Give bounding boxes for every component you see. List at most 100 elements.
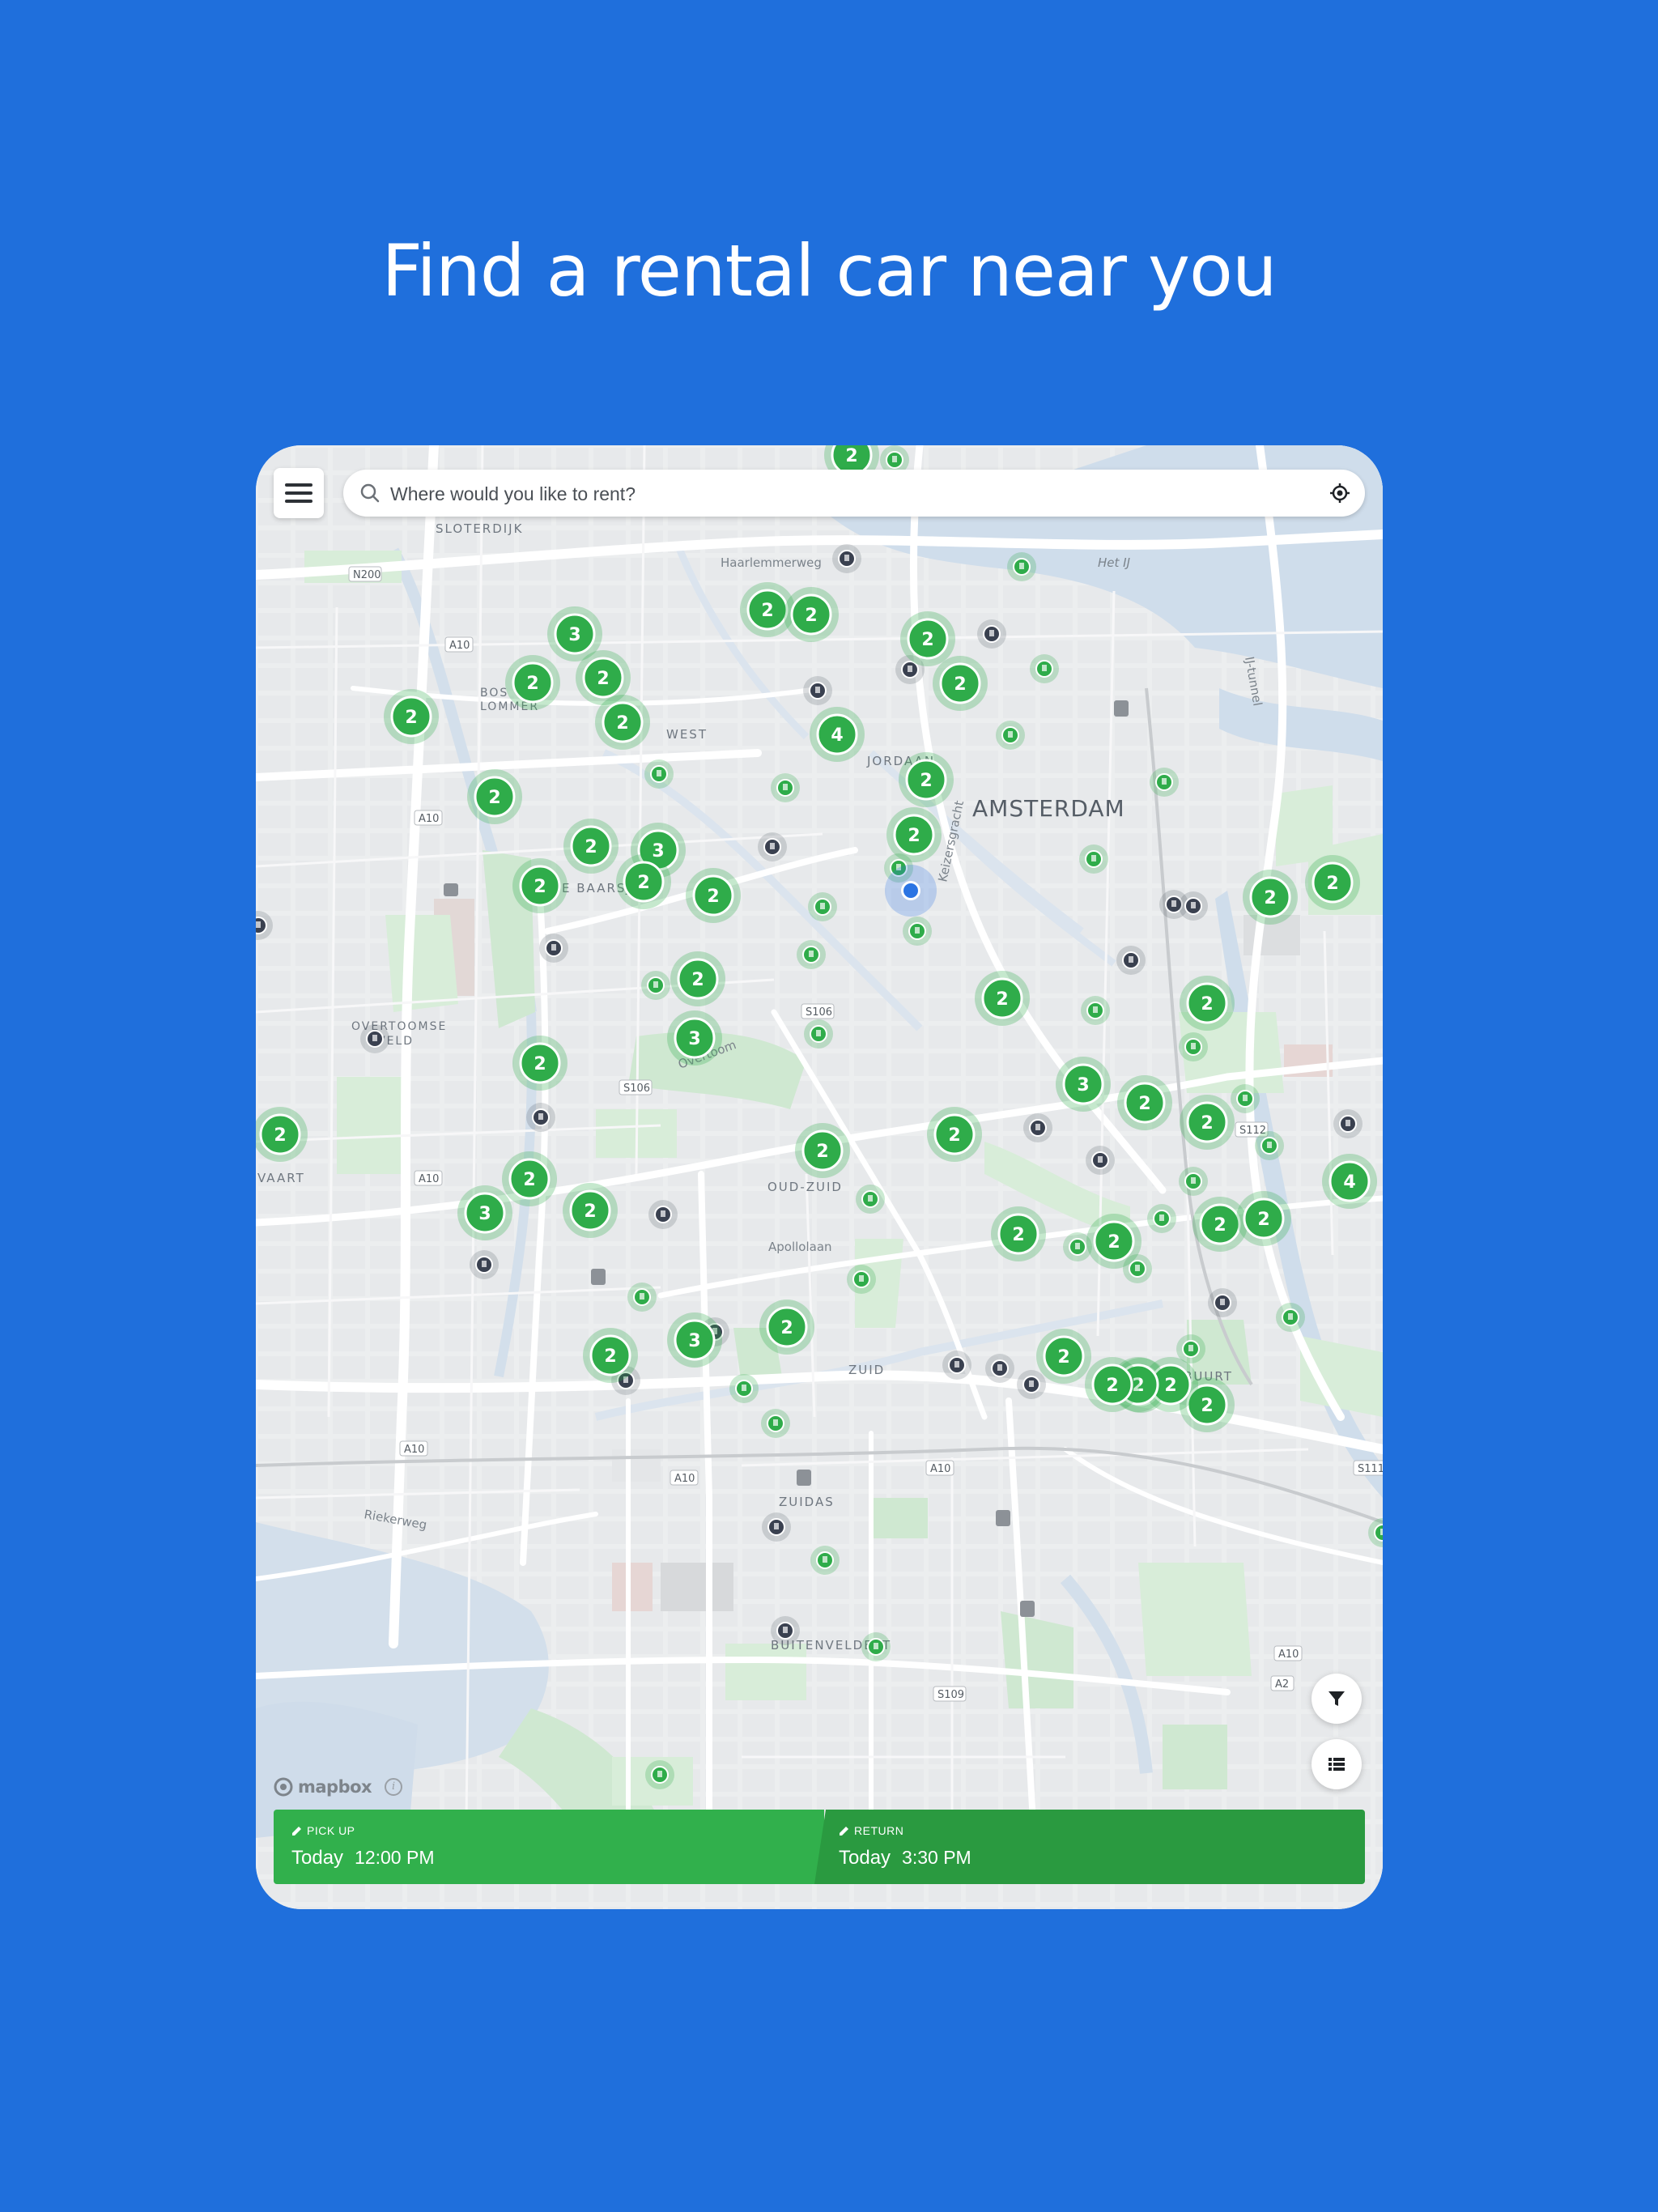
info-icon[interactable]: i: [385, 1778, 403, 1796]
unavailable-car-pin[interactable]: [762, 1512, 791, 1542]
car-cluster-marker[interactable]: 2: [595, 695, 650, 750]
available-car-pin[interactable]: [861, 1632, 891, 1661]
unavailable-car-pin[interactable]: [360, 1024, 389, 1053]
available-car-pin[interactable]: [1030, 654, 1059, 683]
car-cluster-marker[interactable]: 2: [784, 587, 839, 642]
available-car-pin[interactable]: [1007, 552, 1036, 581]
unavailable-car-pin[interactable]: [1017, 1370, 1046, 1399]
car-cluster-marker[interactable]: 2: [1117, 1075, 1172, 1130]
car-cluster-marker[interactable]: 2: [1180, 1095, 1235, 1150]
car-cluster-marker[interactable]: 2: [505, 655, 560, 710]
return-selector[interactable]: RETURN Today 3:30 PM: [814, 1810, 1365, 1884]
car-cluster-marker[interactable]: 2: [1180, 976, 1235, 1031]
unavailable-car-pin[interactable]: [832, 544, 861, 573]
available-car-pin[interactable]: [903, 917, 932, 946]
car-cluster-marker[interactable]: 2: [886, 807, 942, 862]
unavailable-car-pin[interactable]: [648, 1200, 678, 1229]
car-cluster-marker[interactable]: 2: [1036, 1329, 1091, 1384]
car-cluster-marker[interactable]: 2: [1085, 1357, 1140, 1412]
car-cluster-marker[interactable]: 2: [1243, 870, 1298, 925]
car-cluster-marker[interactable]: 2: [795, 1123, 850, 1178]
unavailable-car-pin[interactable]: [1208, 1288, 1237, 1317]
available-car-pin[interactable]: [644, 759, 674, 789]
car-cluster-marker[interactable]: 4: [810, 707, 865, 762]
available-car-pin[interactable]: [1079, 844, 1108, 874]
available-car-pin[interactable]: [804, 1019, 833, 1049]
cluster-count: 2: [1264, 888, 1276, 908]
car-cluster-marker[interactable]: 2: [467, 769, 522, 824]
unavailable-car-pin[interactable]: [526, 1103, 555, 1132]
available-car-pin[interactable]: [645, 1760, 674, 1789]
car-cluster-marker[interactable]: 2: [927, 1107, 982, 1162]
car-cluster-marker[interactable]: 2: [975, 971, 1030, 1026]
car-cluster-marker[interactable]: 2: [384, 689, 439, 744]
map[interactable]: SLOTERDIJK BOS LOMMER WEST JORDAAN AMSTE…: [256, 445, 1383, 1909]
car-cluster-marker[interactable]: 2: [563, 819, 619, 874]
available-car-pin[interactable]: [1150, 768, 1179, 797]
car-cluster-marker[interactable]: 2: [512, 1036, 568, 1091]
car-cluster-marker[interactable]: 2: [933, 656, 988, 711]
available-car-pin[interactable]: [771, 773, 800, 802]
available-car-pin[interactable]: [641, 971, 670, 1000]
available-car-pin[interactable]: [1179, 1167, 1208, 1196]
cluster-count: 3: [478, 1204, 491, 1224]
pickup-selector[interactable]: PICK UP Today 12:00 PM: [274, 1810, 824, 1884]
cluster-count: 2: [1164, 1376, 1176, 1396]
filter-button[interactable]: [1312, 1674, 1362, 1724]
available-car-pin[interactable]: [729, 1374, 759, 1403]
available-car-pin[interactable]: [1231, 1084, 1260, 1113]
available-car-pin[interactable]: [996, 721, 1025, 750]
search-input[interactable]: [389, 470, 1315, 518]
unavailable-car-pin[interactable]: [1116, 946, 1146, 975]
car-cluster-marker[interactable]: 2: [1236, 1191, 1291, 1246]
cluster-count: 2: [1106, 1376, 1118, 1396]
unavailable-car-pin[interactable]: [1333, 1109, 1363, 1138]
car-cluster-marker[interactable]: 3: [457, 1185, 512, 1240]
car-cluster-marker[interactable]: 2: [512, 858, 568, 913]
available-car-pin[interactable]: [1081, 996, 1110, 1025]
car-cluster-marker[interactable]: 2: [1305, 855, 1360, 910]
available-car-pin[interactable]: [1276, 1303, 1305, 1332]
car-cluster-marker[interactable]: 2: [502, 1151, 557, 1206]
available-car-pin[interactable]: [847, 1265, 876, 1294]
car-cluster-marker[interactable]: 2: [670, 951, 725, 1006]
unavailable-car-pin[interactable]: [977, 619, 1006, 649]
unavailable-car-pin[interactable]: [985, 1354, 1014, 1383]
list-view-button[interactable]: [1312, 1739, 1362, 1789]
unavailable-car-pin[interactable]: [942, 1351, 971, 1380]
available-car-pin[interactable]: [1179, 1032, 1208, 1061]
unavailable-car-pin[interactable]: [539, 934, 568, 963]
unavailable-car-pin[interactable]: [470, 1250, 499, 1279]
unavailable-car-pin[interactable]: [771, 1616, 800, 1645]
available-car-pin[interactable]: [627, 1283, 657, 1312]
locate-icon[interactable]: [1329, 483, 1350, 504]
car-cluster-marker[interactable]: 3: [667, 1312, 722, 1368]
car-cluster-marker[interactable]: 2: [899, 752, 954, 807]
car-cluster-marker[interactable]: 2: [759, 1300, 814, 1355]
car-cluster-marker[interactable]: 2: [563, 1183, 618, 1238]
available-car-pin[interactable]: [808, 892, 837, 921]
unavailable-car-pin[interactable]: [1023, 1113, 1052, 1142]
car-cluster-marker[interactable]: 2: [991, 1206, 1046, 1261]
car-cluster-marker[interactable]: 2: [900, 611, 955, 666]
mapbox-attribution[interactable]: mapbox i: [274, 1776, 403, 1798]
car-cluster-marker[interactable]: 2: [583, 1328, 638, 1383]
menu-button[interactable]: [274, 468, 324, 518]
available-car-pin[interactable]: [1147, 1204, 1176, 1233]
car-cluster-marker[interactable]: 3: [1056, 1057, 1111, 1112]
car-cluster-marker[interactable]: 4: [1322, 1154, 1377, 1209]
unavailable-car-pin[interactable]: [803, 676, 832, 705]
available-car-pin[interactable]: [856, 1185, 885, 1214]
available-car-pin[interactable]: [810, 1546, 840, 1575]
car-cluster-marker[interactable]: 3: [667, 1010, 722, 1066]
car-cluster-marker[interactable]: 2: [1086, 1214, 1141, 1269]
car-cluster-marker[interactable]: 2: [686, 868, 741, 923]
car-cluster-marker[interactable]: 2: [616, 854, 671, 909]
unavailable-car-pin[interactable]: [1086, 1146, 1115, 1175]
available-car-pin[interactable]: [761, 1409, 790, 1438]
unavailable-car-pin[interactable]: [1179, 891, 1208, 921]
unavailable-car-pin[interactable]: [758, 832, 787, 861]
search-bar[interactable]: [343, 470, 1365, 518]
available-car-pin[interactable]: [1255, 1131, 1284, 1160]
available-car-pin[interactable]: [797, 940, 826, 969]
